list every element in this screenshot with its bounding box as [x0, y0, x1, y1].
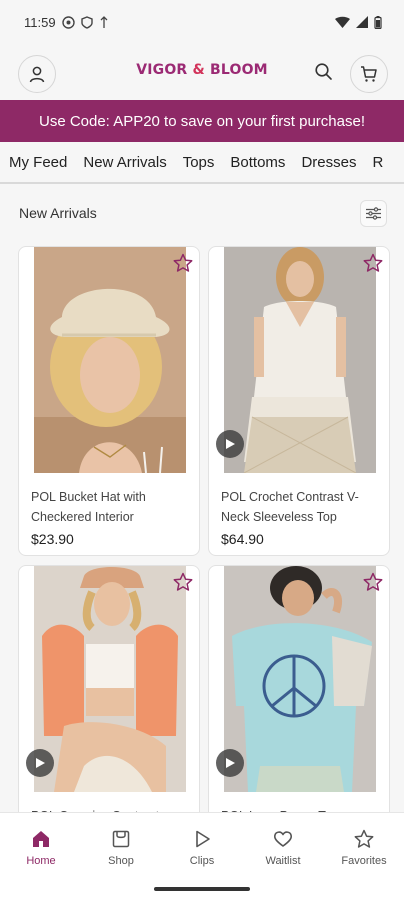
nav-label: Clips	[189, 855, 215, 867]
tab-label: R	[372, 153, 384, 171]
signal-icon	[356, 16, 368, 28]
heart-icon	[273, 831, 293, 847]
product-name: POL Bucket Hat with Checkered Interior	[31, 490, 146, 524]
sliders-icon	[366, 207, 381, 220]
search-icon	[315, 63, 332, 80]
tab-label: New Arrivals	[83, 153, 167, 171]
tab-dresses[interactable]: Dresses	[293, 142, 364, 182]
product-image	[34, 566, 186, 792]
play-icon	[196, 830, 210, 848]
nav-favorites[interactable]: Favorites	[334, 829, 394, 867]
nav-label: Favorites	[341, 855, 387, 867]
tab-my-feed[interactable]: My Feed	[0, 142, 75, 182]
tab-label: Bottoms	[230, 153, 286, 171]
product-price: $23.90	[31, 531, 74, 547]
tab-label: Dresses	[301, 153, 357, 171]
tab-new-arrivals[interactable]: New Arrivals	[75, 142, 174, 182]
star-icon	[354, 829, 374, 848]
nav-label: Waitlist	[265, 855, 301, 867]
data-saver-icon	[100, 15, 108, 28]
brand-text-2: BLOOM	[204, 62, 268, 78]
product-card[interactable]: POL Crochet Contrast V-Neck Sleeveless T…	[208, 246, 390, 556]
nav-label: Shop	[108, 855, 134, 867]
wifi-icon	[335, 16, 350, 28]
tab-more[interactable]: R	[364, 142, 391, 182]
battery-icon	[374, 15, 382, 29]
tab-bottoms[interactable]: Bottoms	[222, 142, 293, 182]
home-indicator[interactable]	[154, 887, 250, 891]
category-tabs: My Feed New Arrivals Tops Bottoms Dresse…	[0, 142, 404, 184]
status-bar: 11:59	[0, 0, 404, 44]
status-time: 11:59	[24, 14, 56, 30]
product-name: POL Crochet Contrast V-Neck Sleeveless T…	[221, 490, 359, 524]
product-price: $64.90	[221, 531, 264, 547]
app-header: VIGOR & BLOOM	[0, 52, 404, 96]
favorite-star-icon[interactable]	[363, 572, 383, 592]
nav-clips[interactable]: Clips	[172, 829, 232, 867]
video-play-button[interactable]	[26, 749, 54, 777]
promo-text: Use Code: APP20 to save on your first pu…	[38, 112, 365, 130]
filter-button[interactable]	[360, 200, 387, 227]
section-title: New Arrivals	[19, 205, 97, 221]
cart-icon	[361, 66, 377, 82]
brand-text-1: VIGOR	[136, 62, 193, 78]
favorite-star-icon[interactable]	[173, 572, 193, 592]
tab-label: My Feed	[9, 153, 68, 171]
search-button[interactable]	[314, 62, 336, 84]
cart-button[interactable]	[350, 55, 388, 93]
video-play-button[interactable]	[216, 749, 244, 777]
vpn-icon	[80, 15, 93, 29]
video-play-button[interactable]	[216, 430, 244, 458]
promo-banner[interactable]: Use Code: APP20 to save on your first pu…	[0, 100, 404, 142]
nav-waitlist[interactable]: Waitlist	[253, 829, 313, 867]
brand-logo: VIGOR & BLOOM	[0, 62, 404, 78]
product-image	[34, 247, 186, 473]
product-image	[224, 566, 376, 792]
favorite-star-icon[interactable]	[363, 253, 383, 273]
notification-icon	[61, 15, 75, 29]
product-image	[224, 247, 376, 473]
tab-tops[interactable]: Tops	[175, 142, 223, 182]
shop-icon	[112, 830, 130, 848]
favorite-star-icon[interactable]	[173, 253, 193, 273]
nav-home[interactable]: Home	[11, 829, 71, 867]
nav-label: Home	[26, 855, 56, 867]
section-header: New Arrivals	[0, 196, 404, 232]
tab-label: Tops	[182, 153, 215, 171]
nav-shop[interactable]: Shop	[91, 829, 151, 867]
brand-text-amp: &	[192, 62, 205, 78]
home-icon	[33, 831, 49, 847]
play-icon	[226, 439, 235, 449]
play-icon	[36, 758, 45, 768]
product-card[interactable]: POL Bucket Hat with Checkered Interior $…	[18, 246, 200, 556]
play-icon	[226, 758, 235, 768]
